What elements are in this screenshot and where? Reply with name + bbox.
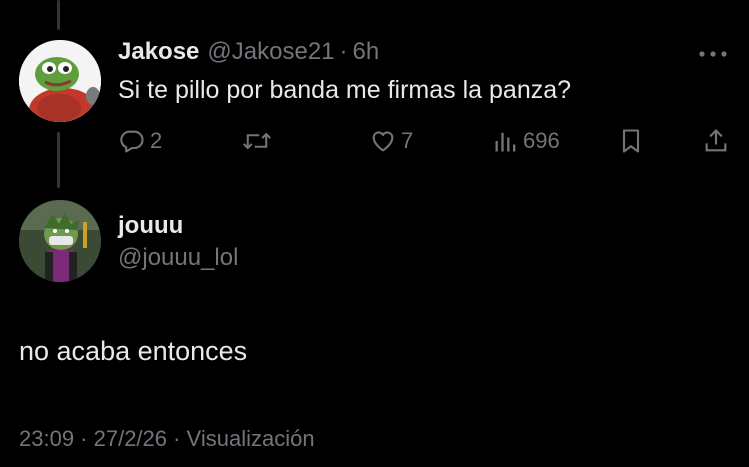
share-icon [705, 129, 727, 152]
main-tweet-text: no acaba entonces [19, 336, 248, 366]
share-button[interactable] [703, 126, 729, 156]
retweet-button[interactable] [242, 126, 276, 156]
reply-count: 2 [150, 128, 163, 153]
parent-tweet-header: Jakose @Jakose21 · 6h [118, 38, 379, 68]
views-button[interactable]: 696 [493, 126, 560, 156]
bookmark-icon [622, 129, 640, 153]
beastboy-avatar-image [19, 200, 101, 282]
main-handle[interactable]: @jouuu_lol [118, 244, 238, 272]
parent-tweet-text: Si te pillo por banda me firmas la panza… [118, 76, 572, 104]
like-button[interactable]: 7 [369, 126, 413, 156]
pepe-avatar-image [19, 40, 101, 122]
parent-display-name[interactable]: Jakose [118, 38, 199, 66]
reply-button[interactable]: 2 [118, 126, 162, 156]
main-display-name[interactable]: jouuu [118, 212, 183, 240]
parent-separator: · [339, 38, 348, 65]
avatar-jakose[interactable] [19, 40, 101, 122]
like-count: 7 [401, 128, 414, 153]
main-tweet-timestamp[interactable]: 23:09 · 27/2/26 · Visualización [19, 426, 315, 452]
views-count: 696 [523, 128, 560, 153]
retweet-icon [242, 132, 272, 150]
avatar-jouuu[interactable] [19, 200, 101, 282]
thread-line-bottom [57, 132, 60, 188]
more-options-button[interactable] [696, 44, 730, 64]
parent-time-ago[interactable]: 6h [353, 38, 380, 66]
reply-icon [120, 130, 144, 153]
thread-line-top [57, 0, 60, 30]
parent-handle[interactable]: @Jakose21 [207, 38, 334, 66]
views-icon [495, 132, 516, 152]
bookmark-button[interactable] [619, 126, 643, 156]
more-icon [699, 51, 727, 57]
like-icon [372, 131, 394, 152]
